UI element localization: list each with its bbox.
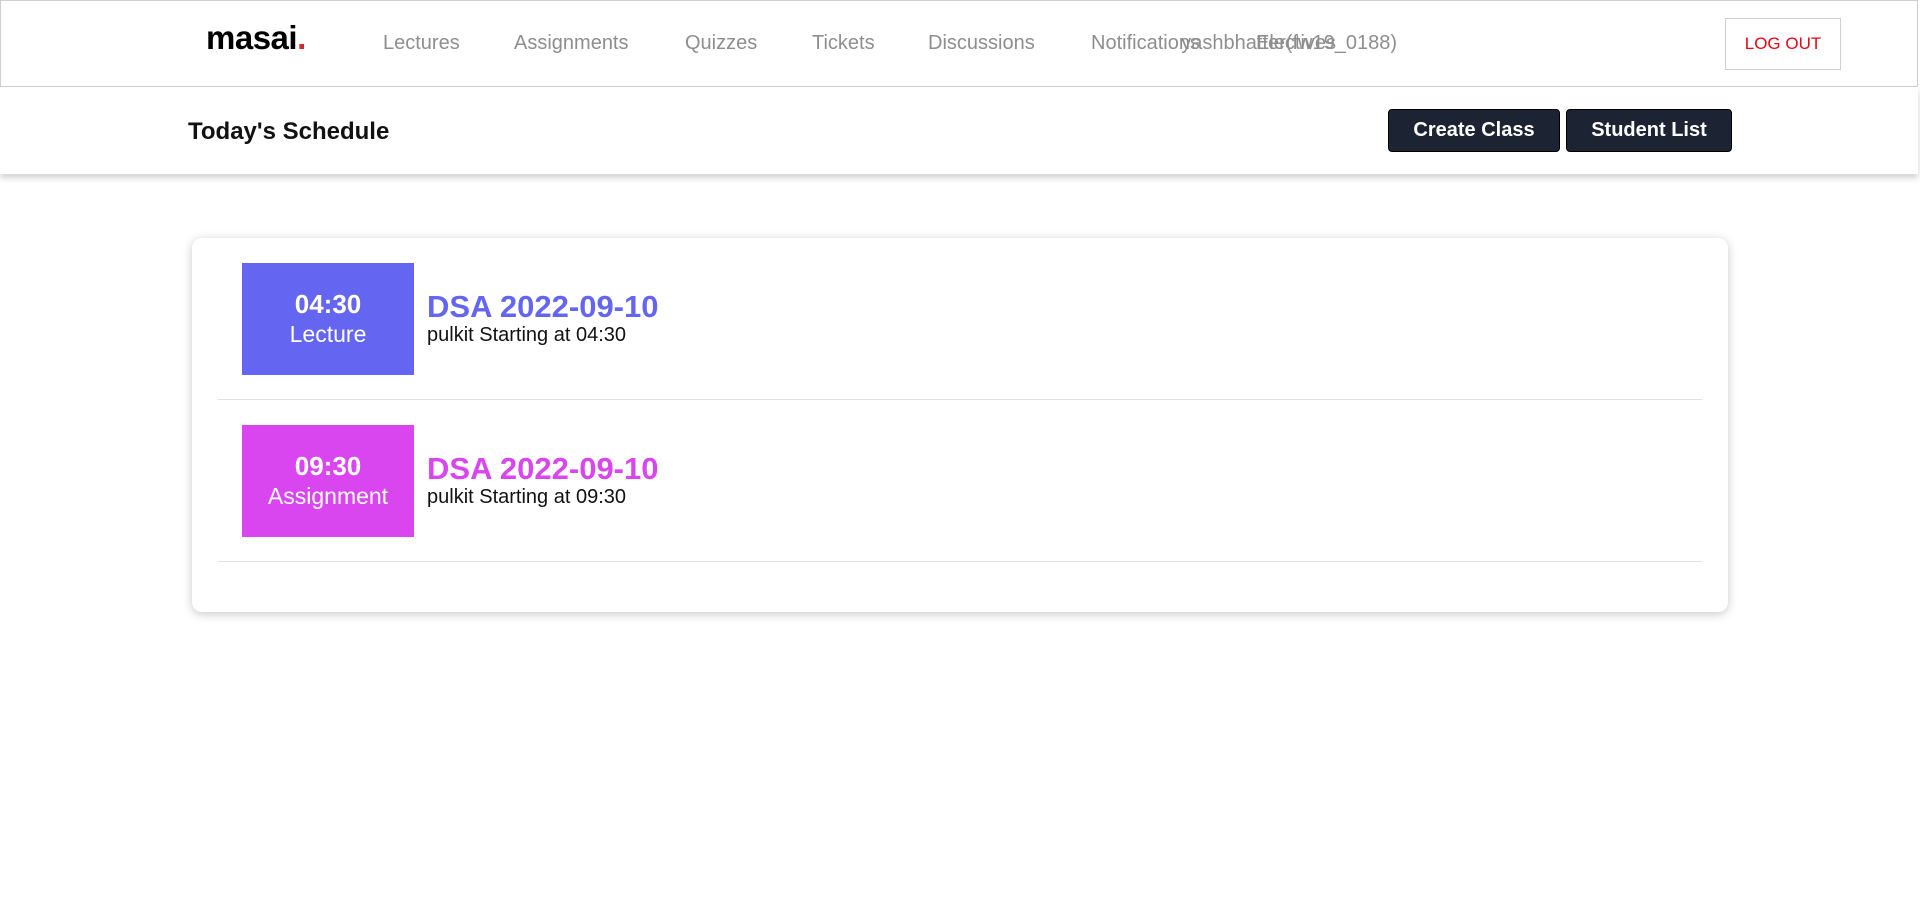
- logo-dot: .: [297, 19, 306, 56]
- badge-type: Assignment: [267, 483, 389, 509]
- logo-text: masai: [206, 19, 298, 56]
- logout-button[interactable]: LOG OUT: [1725, 18, 1841, 70]
- event-info: DSA 2022-09-10 pulkit Starting at 04:30: [427, 290, 659, 347]
- event-subtitle: pulkit Starting at 09:30: [427, 486, 627, 508]
- masai-logo[interactable]: masai.: [206, 21, 306, 54]
- schedule-item-assignment[interactable]: 09:30 Assignment DSA 2022-09-10 pulkit S…: [218, 400, 1702, 562]
- event-subtitle: pulkit Starting at 04:30: [427, 324, 627, 346]
- time-badge: 04:30 Lecture: [242, 263, 414, 375]
- nav-assignments[interactable]: Assignments: [514, 31, 629, 55]
- nav-quizzes[interactable]: Quizzes: [685, 31, 757, 55]
- top-navbar: masai. Lectures Assignments Quizzes Tick…: [0, 0, 1918, 87]
- event-title[interactable]: DSA 2022-09-10: [427, 290, 659, 324]
- schedule-card: 04:30 Lecture DSA 2022-09-10 pulkit Star…: [192, 238, 1728, 612]
- username-label: yashbhatter(fw19_0188): [1181, 32, 1397, 54]
- event-info: DSA 2022-09-10 pulkit Starting at 09:30: [427, 452, 659, 509]
- badge-time: 04:30: [294, 289, 362, 319]
- nav-lectures[interactable]: Lectures: [383, 31, 460, 55]
- page-title: Today's Schedule: [188, 118, 390, 145]
- student-list-button[interactable]: Student List: [1566, 109, 1732, 152]
- event-title[interactable]: DSA 2022-09-10: [427, 452, 659, 486]
- badge-type: Lecture: [289, 321, 367, 347]
- time-badge: 09:30 Assignment: [242, 425, 414, 537]
- schedule-header: Today's Schedule Create Class Student Li…: [0, 87, 1918, 174]
- badge-time: 09:30: [294, 451, 362, 481]
- create-class-button[interactable]: Create Class: [1388, 109, 1560, 152]
- nav-discussions[interactable]: Discussions: [928, 31, 1035, 55]
- schedule-item-lecture[interactable]: 04:30 Lecture DSA 2022-09-10 pulkit Star…: [218, 238, 1702, 400]
- nav-tickets[interactable]: Tickets: [812, 31, 875, 55]
